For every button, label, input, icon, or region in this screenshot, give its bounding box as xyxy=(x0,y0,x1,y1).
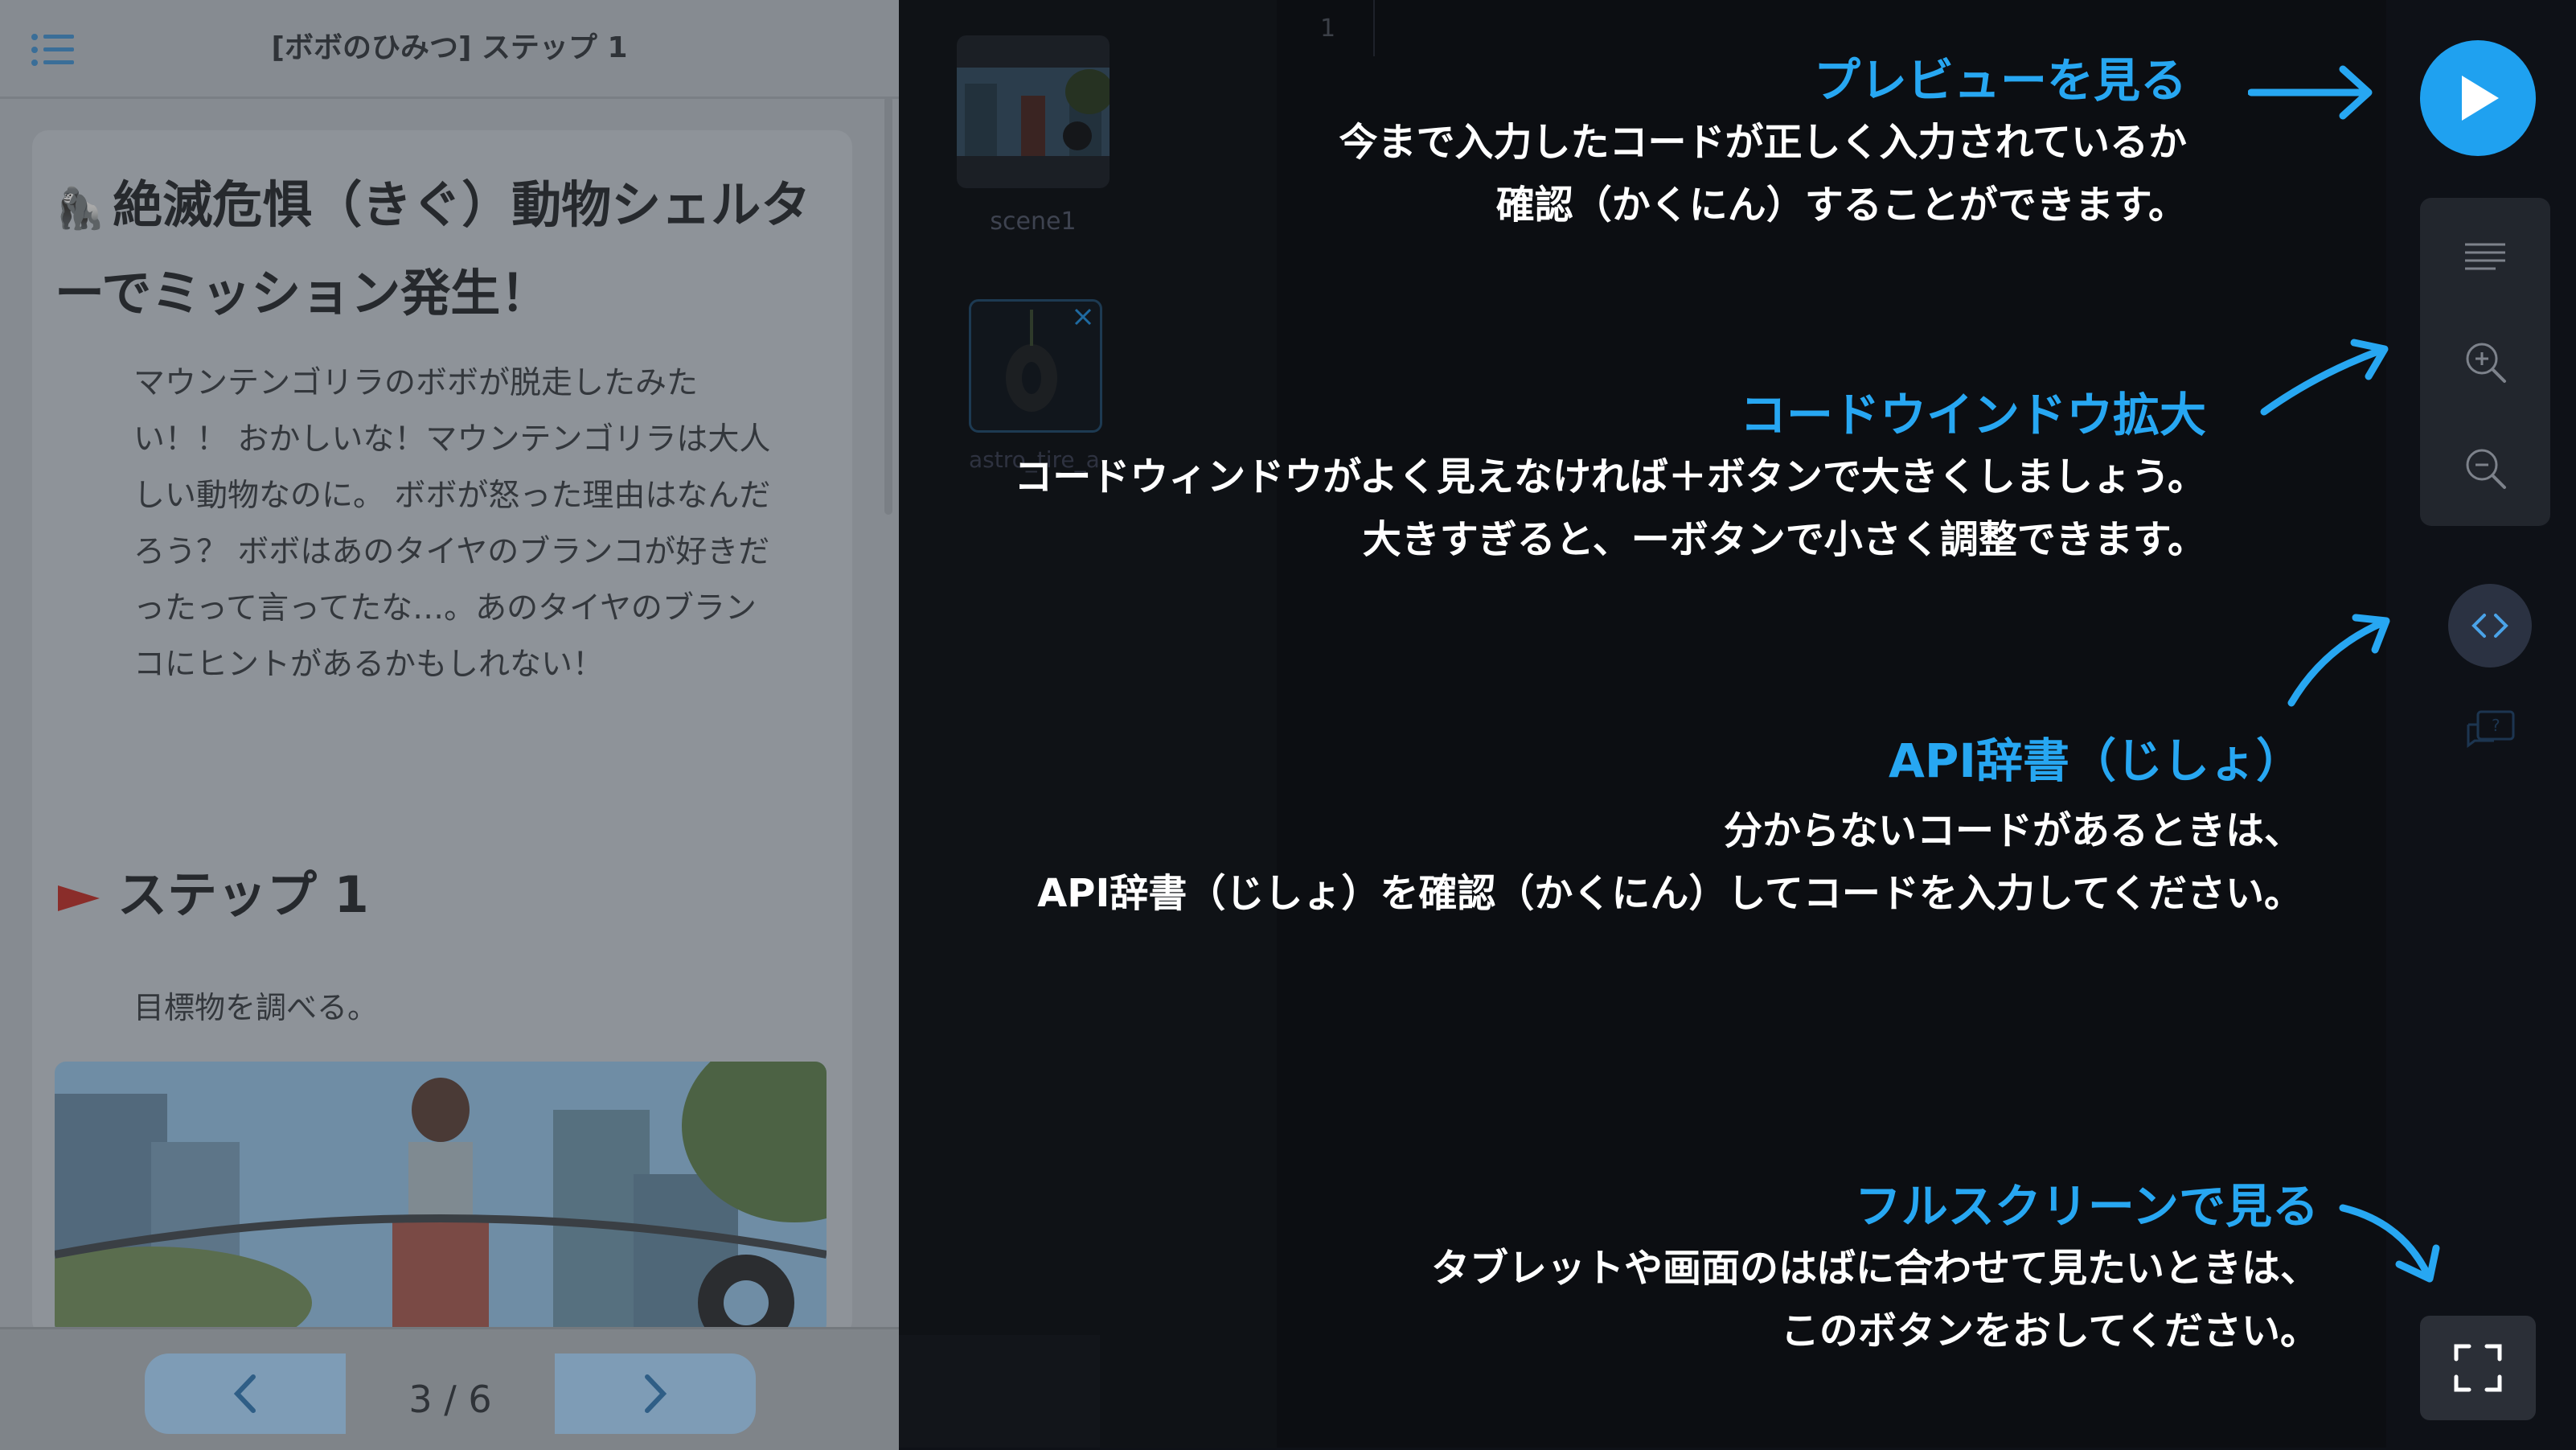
tip-zoom-line1: コードウィンドウがよく見えなければ＋ボタンで大きくしましょう。 xyxy=(1014,454,2206,499)
lesson-story: マウンテンゴリラのボボが脱走したみたい！！ おかしいな！マウンテンゴリラは大人し… xyxy=(133,365,771,683)
zoom-in-icon xyxy=(2466,343,2506,383)
lesson-pager: 3 / 6 xyxy=(0,1327,899,1450)
lesson-heading-text: 絶滅危惧（きぐ）動物シェルターでミッション発生！ xyxy=(55,175,811,322)
help-button[interactable]: ? xyxy=(2459,700,2523,764)
tip-fullscreen-line2: このボタンをおしてください。 xyxy=(1780,1308,2319,1353)
api-dictionary-button[interactable] xyxy=(2448,584,2532,667)
zoom-out-button[interactable] xyxy=(2420,420,2550,516)
page-counter: 3 / 6 xyxy=(408,1378,492,1421)
fullscreen-button[interactable] xyxy=(2420,1316,2536,1420)
zoom-out-icon xyxy=(2466,449,2506,489)
step-heading: ステップ 1 xyxy=(56,854,369,926)
step-goal: 目標物を調べる。 xyxy=(133,990,379,1025)
chevron-right-icon xyxy=(645,1374,667,1413)
format-lines-icon xyxy=(2465,243,2505,270)
svg-text:?: ? xyxy=(2492,716,2500,735)
lesson-content-card: 🦍 絶滅危惧（きぐ）動物シェルターでミッション発生！ マウンテンゴリラのボボが脱走… xyxy=(32,130,852,1337)
zoom-in-button[interactable] xyxy=(2420,314,2550,410)
tip-zoom-title: コードウインドウ拡大 xyxy=(1739,388,2206,442)
arrow-up-right-icon xyxy=(2287,614,2390,707)
format-button[interactable] xyxy=(2420,209,2550,306)
tip-zoom-line2: 大きすぎると、ーボタンで小さく調整できます。 xyxy=(1362,517,2206,562)
tip-fullscreen: フルスクリーンで見る タブレットや画面のはばに合わせて見たいときは、 このボタン… xyxy=(1431,1176,2319,1362)
arrow-down-right-icon xyxy=(2339,1204,2440,1283)
run-preview-button[interactable] xyxy=(2420,40,2536,156)
fullscreen-icon xyxy=(2454,1344,2502,1392)
asset-label-scene: scene1 xyxy=(990,207,1077,236)
tip-api-line2: API辞書（じしょ）を確認（かくにん）してコードを入力してください。 xyxy=(1037,871,2303,916)
code-tool-panel xyxy=(2420,198,2550,526)
tip-preview-line2: 確認（かくにん）することができます。 xyxy=(1495,183,2187,228)
tip-fullscreen-line1: タブレットや画面のはばに合わせて見たいときは、 xyxy=(1430,1246,2319,1291)
tip-preview-line1: 今まで入力したコードが正しく入力されているか xyxy=(1339,120,2187,165)
tip-api-line1: 分からないコードがあるときは、 xyxy=(1723,808,2303,853)
tip-preview: プレビューを見る 今まで入力したコードが正しく入力されているか 確認（かくにん）… xyxy=(1339,50,2187,236)
chevron-left-icon xyxy=(233,1374,256,1413)
asset-bottom-strip xyxy=(899,1335,1100,1448)
scene-illustration xyxy=(55,1062,827,1335)
lesson-title: [ボボのひみつ] ステップ 1 xyxy=(271,31,628,64)
arrow-right-icon xyxy=(2248,65,2373,120)
lesson-heading: 🦍 絶滅危惧（きぐ）動物シェルターでミッション発生！ xyxy=(55,162,843,336)
lesson-panel: [ボボのひみつ] ステップ 1 🦍 絶滅危惧（きぐ）動物シェルターでミッション発生… xyxy=(0,0,899,1450)
lesson-scrollbar[interactable] xyxy=(884,97,892,515)
flag-icon xyxy=(58,885,100,911)
close-icon[interactable] xyxy=(1071,305,1095,329)
tip-api-title: API辞書（じしょ） xyxy=(1889,733,2303,788)
scene-thumbnail-image xyxy=(957,68,1110,156)
tip-fullscreen-title: フルスクリーンで見る xyxy=(1854,1179,2319,1234)
lesson-header: [ボボのひみつ] ステップ 1 xyxy=(0,0,899,99)
tip-preview-title: プレビューを見る xyxy=(1813,53,2187,108)
tip-zoom: コードウインドウ拡大 コードウィンドウがよく見えなければ＋ボタンで大きくしましょ… xyxy=(1014,384,2206,571)
next-page-button[interactable] xyxy=(555,1353,756,1434)
help-chat-icon: ? xyxy=(2467,710,2515,748)
line-number: 1 xyxy=(1320,14,1336,43)
arrow-up-right-icon xyxy=(2260,339,2389,416)
editor-gutter xyxy=(1373,0,1375,56)
asset-thumbnail-scene[interactable] xyxy=(957,35,1110,188)
tip-api: API辞書（じしょ） 分からないコードがあるときは、 API辞書（じしょ）を確認… xyxy=(1037,730,2303,925)
play-icon xyxy=(2462,76,2499,121)
prev-page-button[interactable] xyxy=(145,1353,346,1434)
step-label: ステップ 1 xyxy=(117,865,369,924)
code-brackets-icon xyxy=(2471,614,2508,638)
gorilla-emoji: 🦍 xyxy=(55,185,105,232)
